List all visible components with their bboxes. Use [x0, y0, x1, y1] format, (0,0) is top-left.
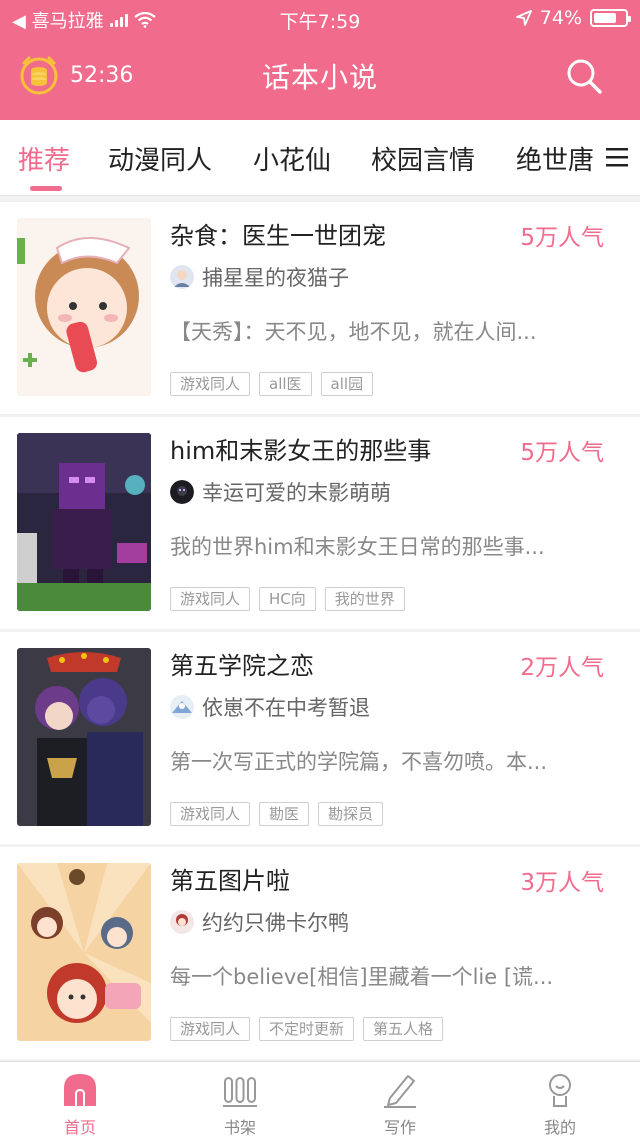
tag[interactable]: 勘探员 [318, 802, 384, 826]
author-row[interactable]: 幸运可爱的末影萌萌 [170, 477, 391, 507]
author-name: 捕星星的夜猫子 [202, 266, 349, 290]
author-name: 幸运可爱的末影萌萌 [202, 481, 391, 505]
book-item[interactable]: 杂食：医生一世团宠 5万人气 捕星星的夜猫子 【天秀】：天不见，地不见，就在人间… [0, 202, 640, 414]
nav-label: 首页 [63, 1118, 96, 1137]
book-title: 杂食：医生一世团宠 [170, 222, 386, 250]
category-tabs: 推荐 动漫同人 小花仙 校园言情 绝世唐 [0, 120, 640, 196]
battery-percent: 74% [539, 7, 582, 29]
author-name: 约约只佛卡尔鸭 [202, 911, 349, 935]
tab-xiaohuaxian[interactable]: 小花仙 [253, 140, 331, 177]
status-bar: ◀ 喜马拉雅 下午7:59 74% [0, 0, 640, 36]
tag[interactable]: 游戏同人 [170, 587, 251, 611]
tag-list: 游戏同人 勘医 勘探员 [170, 802, 384, 826]
tab-jueshi-tang[interactable]: 绝世唐 [516, 140, 594, 177]
home-icon [64, 1074, 96, 1106]
book-description: 【天秀】：天不见，地不见，就在人间... [170, 320, 537, 344]
tab-campus-romance[interactable]: 校园言情 [371, 140, 475, 177]
popularity-count: 2万人气 [520, 655, 604, 681]
book-description: 每一个believe[相信]里藏着一个lie [谎... [170, 965, 554, 989]
tag[interactable]: all园 [320, 372, 374, 396]
tag[interactable]: 勘医 [259, 802, 310, 826]
tag[interactable]: 游戏同人 [170, 372, 251, 396]
book-item[interactable]: 第五学院之恋 2万人气 依崽不在中考暂退 第一次写正式的学院篇，不喜勿喷。本..… [0, 632, 640, 844]
tag-list: 游戏同人 all医 all园 [170, 372, 374, 396]
book-title: 第五学院之恋 [170, 652, 314, 680]
popularity-count: 3万人气 [520, 870, 604, 896]
nav-label: 写作 [383, 1118, 416, 1137]
tag[interactable]: 游戏同人 [170, 1017, 251, 1041]
search-icon[interactable] [564, 56, 604, 96]
author-name: 依崽不在中考暂退 [202, 696, 370, 720]
author-row[interactable]: 约约只佛卡尔鸭 [170, 907, 349, 937]
author-avatar [170, 695, 194, 719]
pen-icon [384, 1075, 416, 1108]
book-title: him和末影女王的那些事 [170, 437, 432, 465]
status-right: 74% [515, 7, 631, 29]
app-header: 52:36 话本小说 [0, 36, 640, 120]
tag-list: 游戏同人 不定时更新 第五人格 [170, 1017, 444, 1041]
popularity-count: 5万人气 [520, 440, 604, 466]
active-tab-indicator [30, 186, 62, 191]
location-arrow-icon [515, 10, 532, 26]
nav-write[interactable]: 写作 [320, 1062, 480, 1139]
app-title: 话本小说 [261, 61, 378, 94]
profile-icon [549, 1074, 571, 1107]
more-categories-icon[interactable] [604, 146, 630, 168]
tag[interactable]: 游戏同人 [170, 802, 251, 826]
bookshelf-icon [223, 1077, 257, 1107]
tag[interactable]: HC向 [259, 587, 316, 611]
book-cover-image [17, 863, 151, 1041]
battery-level [594, 13, 617, 23]
book-description: 第一次写正式的学院篇，不喜勿喷。本... [170, 750, 548, 774]
battery-icon [590, 9, 631, 27]
tag-list: 游戏同人 HC向 我的世界 [170, 587, 405, 611]
nav-profile[interactable]: 我的 [480, 1062, 640, 1139]
book-item[interactable]: 第五图片啦 3万人气 约约只佛卡尔鸭 每一个believe[相信]里藏着一个li… [0, 847, 640, 1059]
bottom-nav: 首页 书架 写作 我的 [0, 1061, 640, 1139]
tag[interactable]: 第五人格 [363, 1017, 444, 1041]
author-avatar [170, 910, 194, 934]
tab-recommend[interactable]: 推荐 [18, 140, 70, 177]
tag[interactable]: 我的世界 [324, 587, 405, 611]
author-row[interactable]: 捕星星的夜猫子 [170, 262, 349, 292]
nav-label: 我的 [543, 1118, 576, 1137]
book-cover-image [17, 218, 151, 396]
book-title: 第五图片啦 [170, 867, 290, 895]
popularity-count: 5万人气 [520, 225, 604, 251]
tab-anime-fanfic[interactable]: 动漫同人 [108, 140, 212, 177]
author-avatar [170, 265, 194, 289]
author-row[interactable]: 依崽不在中考暂退 [170, 692, 370, 722]
book-item[interactable]: him和末影女王的那些事 5万人气 幸运可爱的末影萌萌 我的世界him和末影女王… [0, 417, 640, 629]
tag[interactable]: all医 [259, 372, 312, 396]
tag[interactable]: 不定时更新 [259, 1017, 355, 1041]
author-avatar [170, 480, 194, 504]
book-cover-image [17, 648, 151, 826]
nav-home[interactable]: 首页 [0, 1062, 160, 1139]
book-cover-image [17, 433, 151, 611]
nav-bookshelf[interactable]: 书架 [160, 1062, 320, 1139]
nav-label: 书架 [223, 1118, 256, 1137]
book-description: 我的世界him和末影女王日常的那些事... [170, 535, 545, 559]
